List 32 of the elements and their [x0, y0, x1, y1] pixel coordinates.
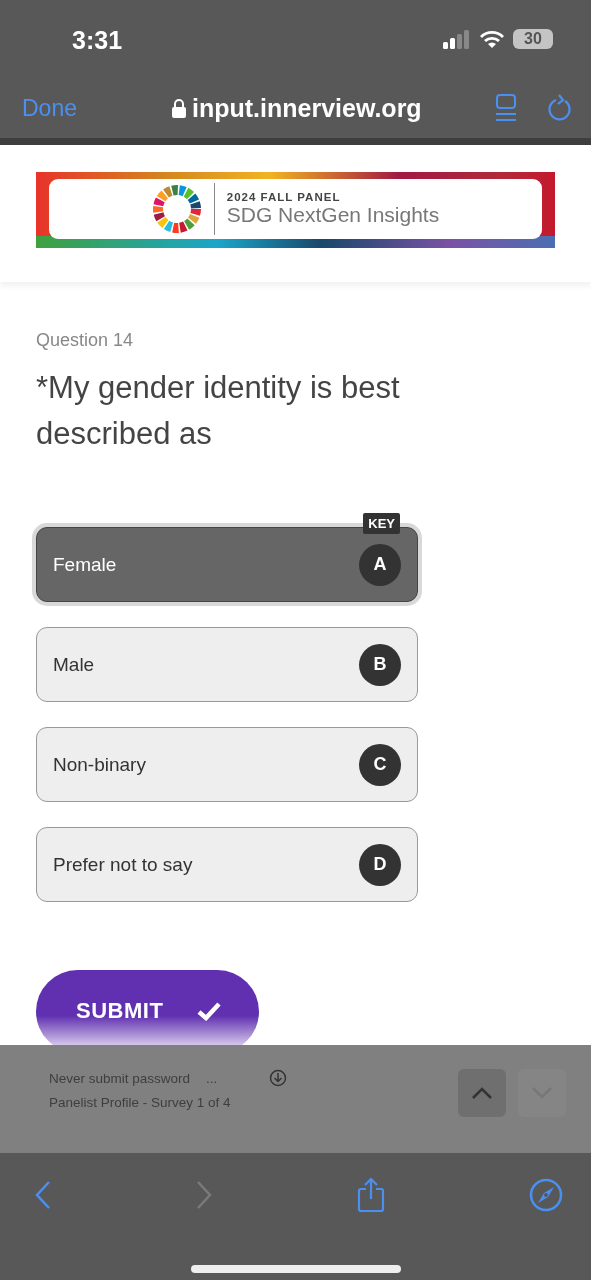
- wifi-icon: [479, 29, 505, 49]
- key-letter: C: [359, 743, 401, 786]
- more-text: ...: [206, 1070, 218, 1086]
- key-letter: A: [359, 543, 401, 586]
- submit-button[interactable]: SUBMIT: [36, 970, 259, 1045]
- reader-view-icon[interactable]: [495, 94, 517, 122]
- share-icon[interactable]: [356, 1177, 386, 1213]
- answer-option[interactable]: Non-binary C: [36, 727, 418, 802]
- chevron-up-icon: [471, 1086, 493, 1100]
- answer-option[interactable]: Prefer not to say D: [36, 827, 418, 902]
- key-letter: D: [359, 843, 401, 886]
- compass-icon[interactable]: [529, 1178, 563, 1212]
- question-number: Question 14: [36, 330, 135, 351]
- banner-eyebrow: 2024 FALL PANEL: [226, 191, 342, 203]
- ring-logo-icon: [151, 184, 202, 234]
- warning-text: Never submit password: [49, 1070, 191, 1086]
- signal-icon: [443, 29, 471, 49]
- question-text: *My gender identity is best described as: [36, 369, 401, 453]
- banner-title: SDG NextGen Insights: [226, 203, 440, 227]
- clock-time: 3:31: [72, 25, 124, 55]
- reload-icon[interactable]: [547, 94, 573, 122]
- key-letter: B: [359, 643, 401, 686]
- previous-button[interactable]: [458, 1069, 506, 1117]
- lock-icon: [172, 98, 186, 118]
- url-text[interactable]: input.innerview.org: [192, 93, 422, 123]
- check-icon: [197, 1000, 222, 1021]
- battery-level: 30: [513, 29, 553, 49]
- answer-option[interactable]: Male B: [36, 627, 418, 702]
- download-icon[interactable]: [269, 1069, 288, 1087]
- back-icon[interactable]: [34, 1180, 52, 1210]
- survey-progress-text: Panelist Profile - Survey 1 of 4: [49, 1095, 232, 1110]
- key-badge: KEY: [363, 513, 400, 534]
